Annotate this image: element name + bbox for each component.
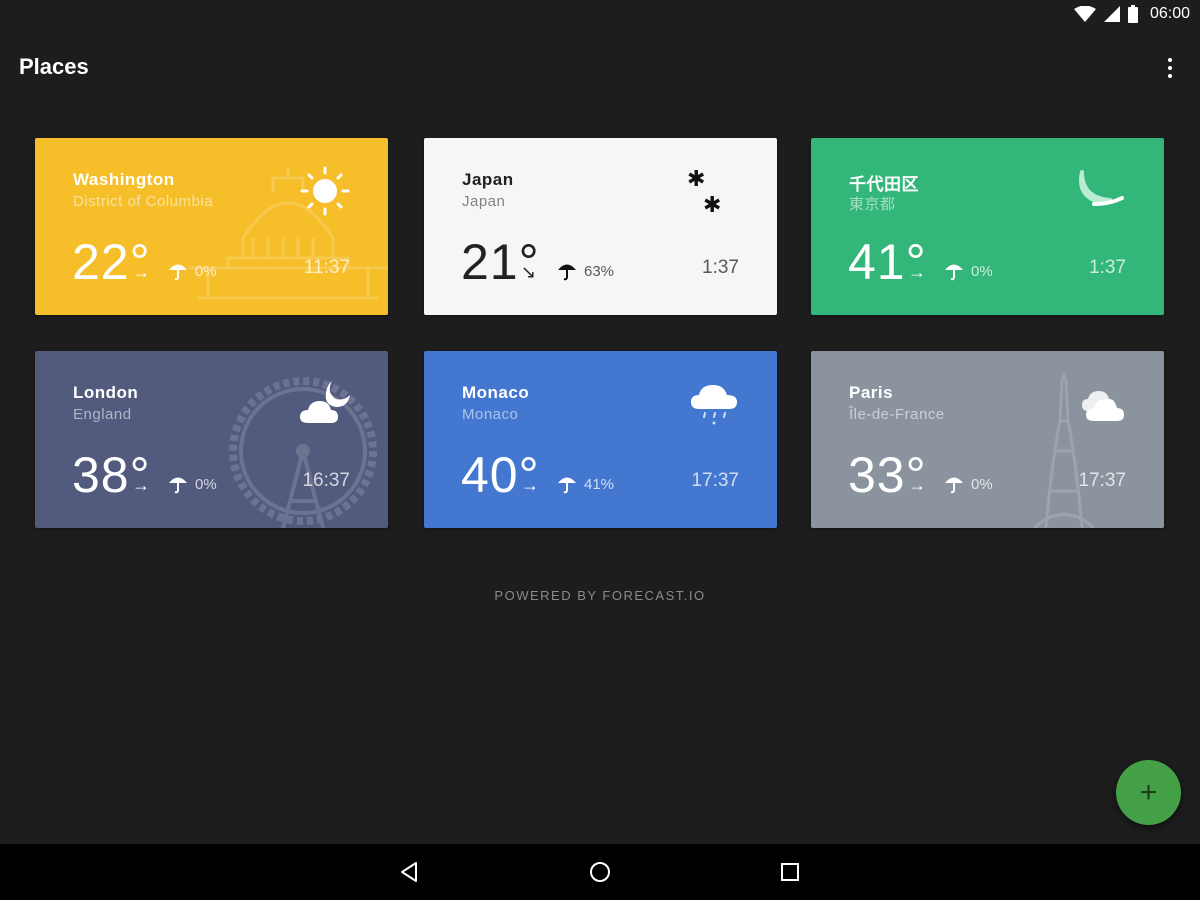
wind-arrow-icon: → bbox=[132, 475, 150, 495]
umbrella-icon bbox=[558, 264, 576, 281]
card-region: Île-de-France bbox=[849, 406, 945, 423]
card-region: 東京都 bbox=[849, 196, 896, 213]
cloudy-icon bbox=[1082, 391, 1124, 421]
london-eye-illustration bbox=[229, 377, 377, 528]
card-local-time: 17:37 bbox=[1078, 470, 1126, 491]
card-precipitation: 41% bbox=[584, 476, 615, 493]
place-card-london[interactable]: London England 38° → 0% 16:37 bbox=[35, 351, 388, 528]
cell-signal-icon bbox=[1103, 6, 1120, 22]
wind-arrow-icon: → bbox=[132, 262, 150, 282]
capitol-illustration bbox=[188, 168, 388, 300]
sun-icon bbox=[300, 166, 350, 216]
card-precipitation: 0% bbox=[971, 263, 993, 280]
card-precipitation: 0% bbox=[195, 476, 217, 493]
umbrella-icon bbox=[169, 264, 187, 281]
battery-icon bbox=[1127, 5, 1138, 23]
card-city: Washington bbox=[73, 170, 175, 189]
card-local-time: 16:37 bbox=[302, 470, 350, 491]
wind-arrow-icon: → bbox=[521, 475, 539, 495]
status-icons: 06:00 bbox=[1073, 4, 1190, 24]
card-precipitation: 63% bbox=[584, 263, 615, 280]
card-local-time: 11:37 bbox=[303, 257, 350, 278]
add-icon: + bbox=[1139, 775, 1158, 809]
card-region: District of Columbia bbox=[73, 193, 214, 210]
umbrella-icon bbox=[945, 264, 963, 281]
umbrella-icon bbox=[945, 477, 963, 494]
card-city: Paris bbox=[849, 383, 894, 402]
powered-by-footer: POWERED BY FORECAST.IO bbox=[494, 588, 706, 603]
place-card-japan[interactable]: ✱ ✱ Japan Japan 21° ↘ 63% 1:37 bbox=[424, 138, 777, 315]
card-city: Monaco bbox=[462, 383, 530, 402]
navigation-bar bbox=[0, 844, 1200, 900]
recents-icon[interactable] bbox=[776, 858, 804, 886]
place-card-chiyoda[interactable]: 千代田区 東京都 41° → 0% 1:37 bbox=[811, 138, 1164, 315]
card-region: England bbox=[73, 406, 132, 423]
card-precipitation: 0% bbox=[195, 263, 217, 280]
svg-text:✱: ✱ bbox=[703, 193, 721, 218]
card-region: Monaco bbox=[462, 406, 519, 423]
page-title: Places bbox=[19, 54, 89, 79]
card-local-time: 17:37 bbox=[691, 470, 739, 491]
wind-arrow-icon: ↘ bbox=[521, 262, 537, 282]
eiffel-tower-illustration bbox=[1032, 371, 1096, 528]
status-bar: 06:00 bbox=[0, 0, 1200, 28]
more-vert-icon[interactable] bbox=[1162, 56, 1178, 80]
svg-text:✱: ✱ bbox=[687, 168, 705, 192]
rain-cloud-icon bbox=[691, 385, 737, 425]
card-precipitation: 0% bbox=[971, 476, 993, 493]
moon-icon bbox=[1079, 170, 1124, 206]
app-bar: Places bbox=[0, 28, 1200, 108]
umbrella-icon bbox=[169, 477, 187, 494]
card-region: Japan bbox=[462, 193, 506, 210]
place-card-paris[interactable]: Paris Île-de-France 33° → 0% 17:37 bbox=[811, 351, 1164, 528]
card-city: 千代田区 bbox=[849, 175, 919, 194]
place-card-washington[interactable]: Washington District of Columbia 22° → 0%… bbox=[35, 138, 388, 315]
home-icon[interactable] bbox=[586, 858, 614, 886]
partly-cloudy-night-icon bbox=[300, 381, 350, 423]
card-city: Japan bbox=[462, 170, 514, 189]
card-local-time: 1:37 bbox=[702, 257, 739, 278]
card-city: London bbox=[73, 383, 139, 402]
place-card-monaco[interactable]: Monaco Monaco 40° → 41% 17:37 bbox=[424, 351, 777, 528]
snow-icon: ✱ ✱ bbox=[687, 168, 721, 218]
wind-arrow-icon: → bbox=[908, 262, 926, 282]
card-local-time: 1:37 bbox=[1089, 257, 1126, 278]
add-place-button[interactable]: + bbox=[1116, 760, 1181, 825]
back-icon[interactable] bbox=[396, 858, 424, 886]
wifi-icon bbox=[1073, 6, 1096, 22]
wind-arrow-icon: → bbox=[908, 475, 926, 495]
status-time: 06:00 bbox=[1149, 5, 1190, 22]
umbrella-icon bbox=[558, 477, 576, 494]
